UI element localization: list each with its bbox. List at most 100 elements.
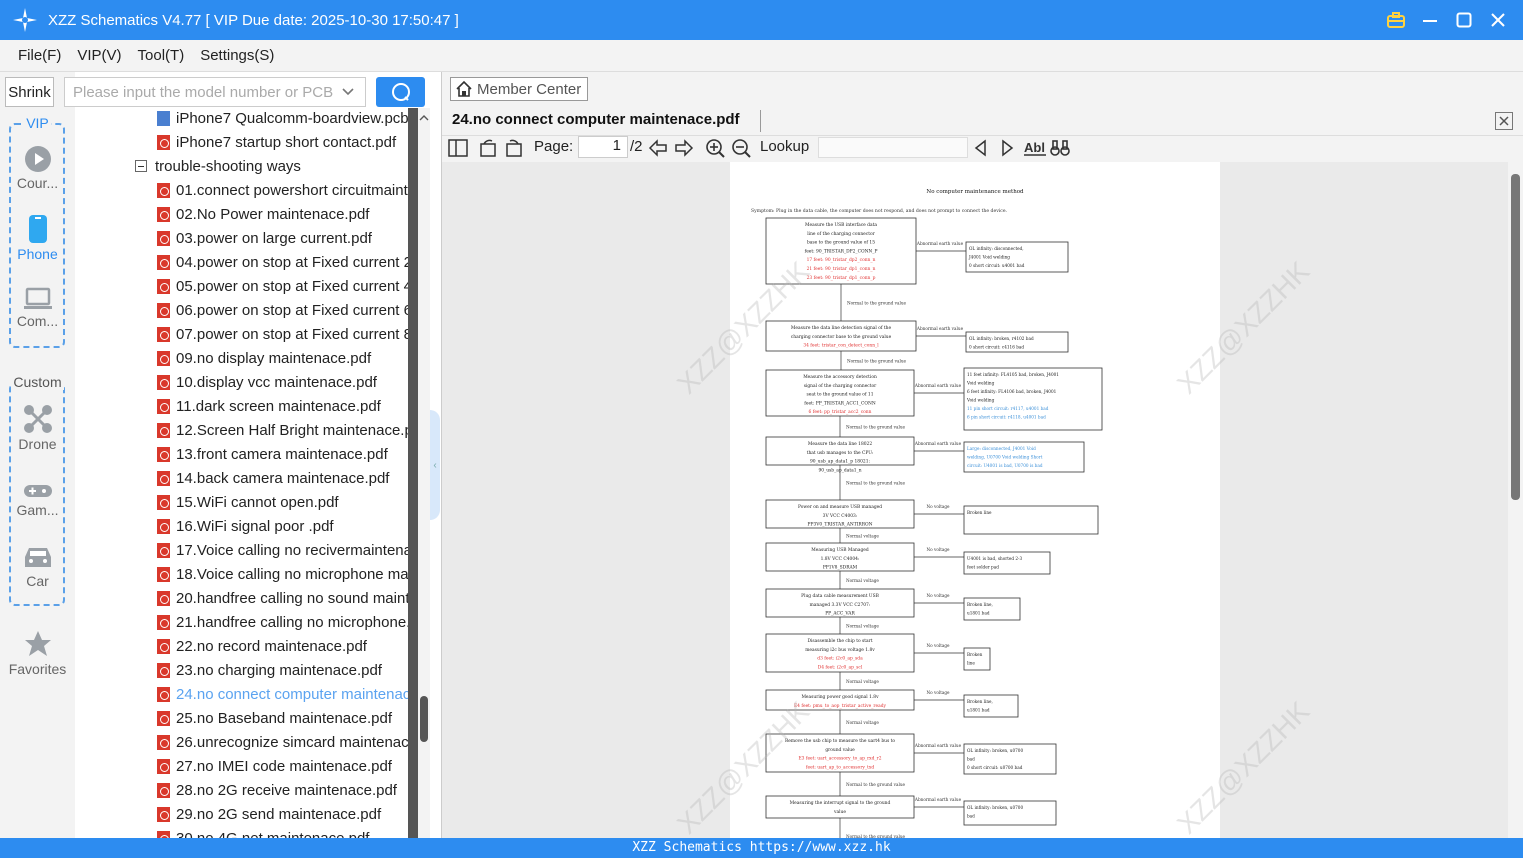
flow-label: Normal voltage xyxy=(846,578,879,583)
tree-file-item[interactable]: 16.WiFi signal poor .pdf xyxy=(157,514,334,538)
tree-file-item[interactable]: 21.handfree calling no microphone.pdf xyxy=(157,610,408,634)
tree-item-label: 15.WiFi cannot open.pdf xyxy=(176,493,339,511)
tree-item-label: 21.handfree calling no microphone.pdf xyxy=(176,613,408,631)
category-game[interactable]: Gam... xyxy=(0,482,75,518)
title-bar: XZZ Schematics V4.77 [ VIP Due date: 202… xyxy=(0,0,1523,40)
result-text: Broken xyxy=(967,652,983,657)
maximize-button[interactable] xyxy=(1453,9,1475,31)
toolbox-icon[interactable] xyxy=(1385,9,1407,31)
pdf-scroll-thumb[interactable] xyxy=(1511,174,1520,500)
zoom-in-icon[interactable] xyxy=(705,138,725,158)
tree-file-item[interactable]: 02.No Power maintenace.pdf xyxy=(157,202,369,226)
match-whole-word-icon[interactable]: Abl xyxy=(1023,138,1047,158)
tree-file-item[interactable]: 12.Screen Half Bright maintenace.pdf xyxy=(157,418,408,442)
collapse-panel-button[interactable]: ‹ xyxy=(430,410,440,520)
tree-scroll-thumb[interactable] xyxy=(420,696,428,742)
pdf-file-icon xyxy=(157,638,170,654)
step-text: Measure the data line detection signal o… xyxy=(791,326,892,331)
tree-file-item[interactable]: 25.no Baseband maintenace.pdf xyxy=(157,706,392,730)
tree-file-item[interactable]: 01.connect powershort circuitmaintenace.… xyxy=(157,178,408,202)
tree-file-item[interactable]: 04.power on stop at Fixed current 2 xyxy=(157,250,408,274)
result-text: J4001 Void welding xyxy=(968,255,1010,260)
menu-tool[interactable]: Tool(T) xyxy=(138,47,185,64)
tree-file-item[interactable]: 14.back camera maintenace.pdf xyxy=(157,466,389,490)
flow-label: Normal to the ground value xyxy=(846,425,906,430)
tree-file-item[interactable]: 29.no 2G send maintenace.pdf xyxy=(157,802,381,826)
tree-item-label: iPhone7 Qualcomm-boardview.pcb xyxy=(176,109,408,127)
previous-page-icon[interactable] xyxy=(648,138,668,158)
find-previous-icon[interactable] xyxy=(971,138,991,158)
rotate-right-icon[interactable] xyxy=(504,138,524,158)
category-computer[interactable]: Com... xyxy=(0,287,75,329)
category-phone[interactable]: Phone xyxy=(0,214,75,262)
search-button[interactable] xyxy=(376,77,425,107)
menu-vip[interactable]: VIP(V) xyxy=(77,47,121,64)
category-label: Gam... xyxy=(16,502,59,518)
pdf-file-icon xyxy=(157,590,170,606)
tree-splitter[interactable] xyxy=(408,108,418,838)
shrink-button[interactable]: Shrink xyxy=(5,77,54,107)
collapse-folder-icon[interactable] xyxy=(135,160,147,172)
pdf-viewer[interactable]: No computer maintenance method Symptom: P… xyxy=(442,162,1523,838)
laptop-icon xyxy=(23,287,52,309)
tree-file-item[interactable]: iPhone7 Qualcomm-boardview.pcb xyxy=(157,108,408,130)
category-car[interactable]: Car xyxy=(0,545,75,589)
tree-file-item[interactable]: 24.no connect computer maintenace.pdf xyxy=(157,682,408,706)
tree-folder[interactable]: trouble-shooting ways xyxy=(135,154,301,178)
scroll-up-icon[interactable] xyxy=(418,112,430,124)
step-text: charging connector base to the ground va… xyxy=(791,335,892,340)
tree-item-label: 02.No Power maintenace.pdf xyxy=(176,205,370,223)
next-page-icon[interactable] xyxy=(674,138,694,158)
svg-text:Abl: Abl xyxy=(1024,140,1045,155)
tree-file-item[interactable]: iPhone7 startup short contact.pdf xyxy=(157,130,396,154)
category-favorites[interactable]: Favorites xyxy=(0,629,75,677)
zoom-out-icon[interactable] xyxy=(731,138,751,158)
tree-file-item[interactable]: 06.power on stop at Fixed current 6 xyxy=(157,298,408,322)
tree-file-item[interactable]: 09.no display maintenace.pdf xyxy=(157,346,371,370)
binoculars-icon[interactable] xyxy=(1050,138,1070,158)
close-tab-icon[interactable] xyxy=(1495,112,1513,130)
step-text: that usb manages to the CPU: xyxy=(807,451,874,456)
lookup-input[interactable] xyxy=(818,137,968,158)
sidebar-toggle-icon[interactable] xyxy=(448,138,468,158)
tree-file-item[interactable]: 07.power on stop at Fixed current 8 xyxy=(157,322,408,346)
search-input[interactable]: Please input the model number or PCB xyxy=(64,77,366,107)
close-button[interactable] xyxy=(1487,9,1509,31)
tree-file-item[interactable]: 15.WiFi cannot open.pdf xyxy=(157,490,339,514)
branch-label: Abnormal earth value xyxy=(916,326,964,331)
pdf-file-icon xyxy=(157,710,170,726)
minimize-button[interactable] xyxy=(1419,9,1441,31)
tree-file-item[interactable]: 23.no charging maintenace.pdf xyxy=(157,658,382,682)
tree-file-item[interactable]: 26.unrecognize simcard maintenace.pdf xyxy=(157,730,408,754)
tree-file-item[interactable]: 22.no record maintenace.pdf xyxy=(157,634,367,658)
branch-label: No voltage xyxy=(926,690,950,695)
find-next-icon[interactable] xyxy=(997,138,1017,158)
menu-file[interactable]: File(F) xyxy=(18,47,61,64)
page-number-input[interactable]: 1 xyxy=(578,136,628,158)
tree-file-item[interactable]: 13.front camera maintenace.pdf xyxy=(157,442,388,466)
tree-file-item[interactable]: 03.power on large current.pdf xyxy=(157,226,372,250)
pdf-file-icon xyxy=(157,542,170,558)
chevron-down-icon[interactable] xyxy=(341,84,355,98)
tree-file-item[interactable]: 11.dark screen maintenace.pdf xyxy=(157,394,381,418)
pdf-scrollbar[interactable] xyxy=(1508,162,1523,838)
tree-file-item[interactable]: 18.Voice calling no microphone maintenac… xyxy=(157,562,408,586)
tree-file-item[interactable]: 17.Voice calling no recivermaintenace.pd… xyxy=(157,538,408,562)
category-drone[interactable]: Drone xyxy=(0,404,75,452)
tree-scrollbar[interactable] xyxy=(418,108,430,838)
pdf-file-icon xyxy=(157,830,170,838)
tree-file-item[interactable]: 28.no 2G receive maintenace.pdf xyxy=(157,778,397,802)
tree-file-item[interactable]: 30.no 4G net maintenace.pdf xyxy=(157,826,369,838)
result-text: OL infinity: broken, r4102 bad xyxy=(969,336,1034,341)
category-label: Favorites xyxy=(8,661,67,677)
member-center-button[interactable]: Member Center xyxy=(450,77,588,101)
menu-settings[interactable]: Settings(S) xyxy=(200,47,274,64)
tree-file-item[interactable]: 10.display vcc maintenace.pdf xyxy=(157,370,377,394)
rotate-left-icon[interactable] xyxy=(478,138,498,158)
tab-document[interactable]: 24.no connect computer maintenace.pdf xyxy=(452,111,740,128)
result-text: welding, U0700 Void welding Short xyxy=(967,455,1043,460)
tree-file-item[interactable]: 05.power on stop at Fixed current 4 xyxy=(157,274,408,298)
tree-file-item[interactable]: 27.no IMEI code maintenace.pdf xyxy=(157,754,392,778)
tree-file-item[interactable]: 20.handfree calling no sound maintenace.… xyxy=(157,586,408,610)
category-courses[interactable]: Cour... xyxy=(0,145,75,191)
